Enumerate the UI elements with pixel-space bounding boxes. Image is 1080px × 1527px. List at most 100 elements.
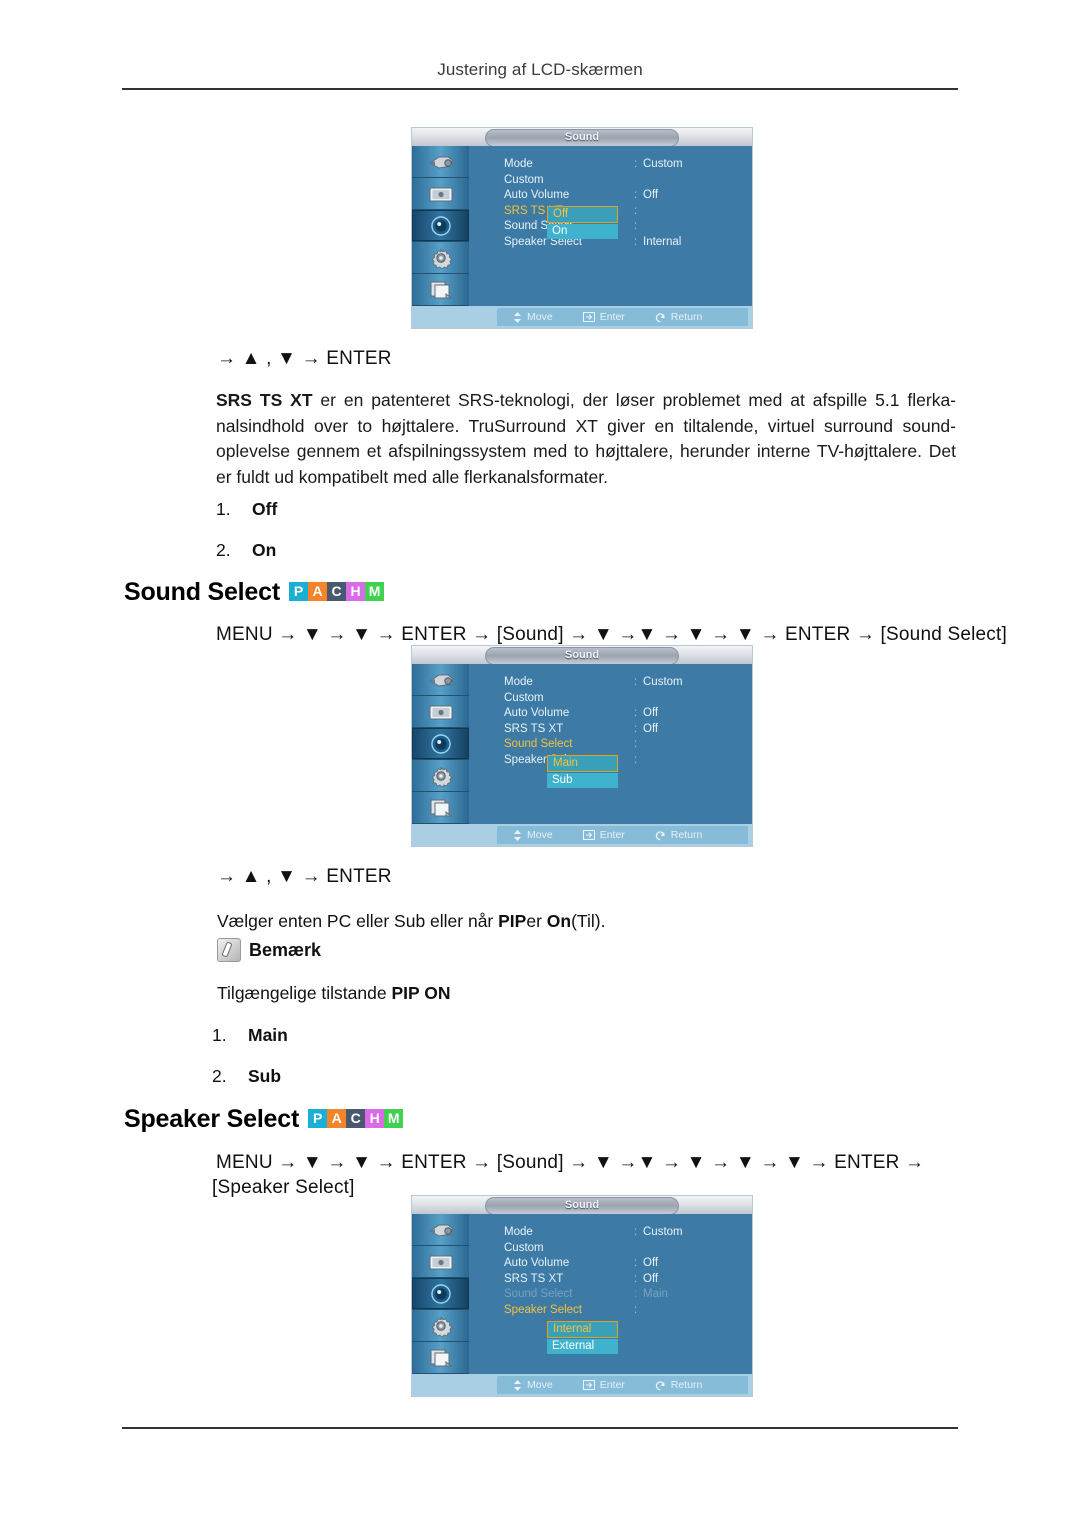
osd-row-label: Custom [504,173,544,186]
return-icon [655,1380,665,1390]
rail-item-picture[interactable] [412,1246,469,1278]
mode-badges: PACHM [308,1108,404,1128]
osd-row[interactable]: Auto Volume : Off [504,1257,746,1273]
rail-item-picture[interactable] [412,696,469,728]
osd-row[interactable]: Speaker Select : Internal [504,236,746,252]
multi-control-icon [426,1347,456,1369]
osd-option[interactable]: Sub [547,773,618,788]
osd-row[interactable]: Custom [504,1242,746,1258]
osd-row[interactable]: Mode : Custom [504,676,746,692]
rail-item-input-source[interactable] [412,1214,469,1246]
rail-item-sound[interactable] [412,728,469,760]
osd-title-pill: Sound [485,647,679,665]
osd-row-colon: : [634,738,638,750]
osd-row-highlighted[interactable]: Sound Select : [504,738,746,754]
list-label: Off [252,499,278,519]
footer-move: Move [513,829,553,841]
osd-row[interactable]: Custom [504,174,746,190]
sound-icon [426,1283,456,1305]
osd-row[interactable]: Auto Volume : Off [504,189,746,205]
osd-title-text: Sound [564,649,600,661]
rail-item-multi-control[interactable] [412,1342,469,1374]
rail-item-multi-control[interactable] [412,792,469,824]
osd-row[interactable]: SRS TS XT : Off [504,723,746,739]
desc-bold-on: On [546,911,572,931]
osd-row-value: Internal [643,235,682,248]
rail-item-sound[interactable] [412,210,469,242]
badge-h: H [365,1108,385,1128]
osd-row[interactable]: Sound Select : [504,220,746,236]
osd-row[interactable]: Custom [504,692,746,708]
osd-title-pill: Sound [485,1197,679,1215]
rail-item-setup[interactable] [412,242,469,274]
footer-return: Return [655,1379,702,1391]
move-icon [514,829,521,841]
osd-row-value: Custom [643,1226,683,1238]
osd-row-label: SRS TS XT [504,1272,564,1285]
osd-row[interactable]: Auto Volume : Off [504,707,746,723]
srs-option-2: 2. On [216,540,276,561]
osd-option[interactable]: On [547,224,618,239]
osd-row-list: Mode : Custom Custom Auto Volume : Off S… [504,676,746,769]
osd-option-selected[interactable]: Main [547,755,618,772]
list-label: Sub [248,1066,282,1086]
footer-move: Move [513,1379,553,1391]
rail-item-input-source[interactable] [412,146,469,178]
osd-row-colon: : [634,1226,638,1238]
badge-c: C [326,581,346,601]
setup-gear-icon [426,247,456,269]
move-icon [514,311,521,323]
osd-title-text: Sound [564,1199,600,1211]
section-title-text: Speaker Select [124,1105,300,1133]
section-heading-sound-select: Sound Select PACHM [124,578,384,607]
osd-row-label: Sound Select [504,1288,573,1300]
osd-row-colon: : [634,753,638,766]
speaker-select-nav-path-line1: MENU → ▼ → ▼ → ENTER → [Sound] → ▼ →▼ → … [216,1152,925,1173]
osd-screenshot-speaker-select: Sound Mode: Custom Custom Auto Volume:… [412,1196,752,1396]
osd-row[interactable]: Speaker Select : [504,754,746,770]
osd-screenshot-sound-select: Sound Mode: Custom Custom Auto Volume:… [412,646,752,846]
osd-icon-rail [412,146,469,306]
rail-item-picture[interactable] [412,178,469,210]
osd-row[interactable]: Mode : Custom [504,1226,746,1242]
footer-divider [122,1427,958,1429]
osd-row-value: Off [643,1257,659,1269]
picture-icon [426,183,456,205]
rail-item-setup[interactable] [412,760,469,792]
badge-a: A [307,581,327,601]
note-body: Tilgængelige tilstande PIP ON [217,983,450,1004]
list-label: On [252,540,277,560]
srs-paragraph: SRS TS XT er en patenteret SRS-teknologi… [216,388,956,490]
osd-footer: Move Enter Return [412,306,752,328]
rail-item-input-source[interactable] [412,664,469,696]
rail-item-sound[interactable] [412,1278,469,1310]
desc-part-1: Vælger enten PC eller Sub eller når [217,911,499,931]
note-body-plain: Tilgængelige tilstande [217,983,392,1003]
osd-row-value: Custom [643,676,683,688]
osd-row-colon: : [634,1257,638,1269]
osd-row-label: Auto Volume [504,189,570,201]
rail-item-setup[interactable] [412,1310,469,1342]
osd-option-selected[interactable]: Off [547,206,618,223]
badge-m: M [364,581,384,601]
page-header: Justering af LCD-skærmen [0,60,1080,80]
sound-select-nav-after: → ▲ , ▼ → ENTER [217,866,392,887]
osd-row-highlighted[interactable]: SRS TS XT : [504,205,746,221]
osd-row-colon: : [634,707,638,719]
osd-row-colon: : [634,676,638,688]
osd-row[interactable]: SRS TS XT : Off [504,1273,746,1289]
osd-row[interactable]: Mode : Custom [504,158,746,174]
multi-control-icon [426,279,456,301]
rail-item-multi-control[interactable] [412,274,469,306]
return-icon [655,830,665,840]
picture-icon [426,1251,456,1273]
osd-option[interactable]: External [547,1339,618,1354]
sound-icon [426,215,456,237]
osd-footer: Move Enter Return [412,824,752,846]
osd-row-colon: : [634,1303,638,1316]
section-heading-speaker-select: Speaker Select PACHM [124,1105,404,1134]
osd-row-highlighted[interactable]: Speaker Select : [504,1304,746,1320]
footer-move: Move [513,311,553,323]
osd-option-selected[interactable]: Internal [547,1321,618,1338]
footer-enter: Enter [582,829,625,841]
